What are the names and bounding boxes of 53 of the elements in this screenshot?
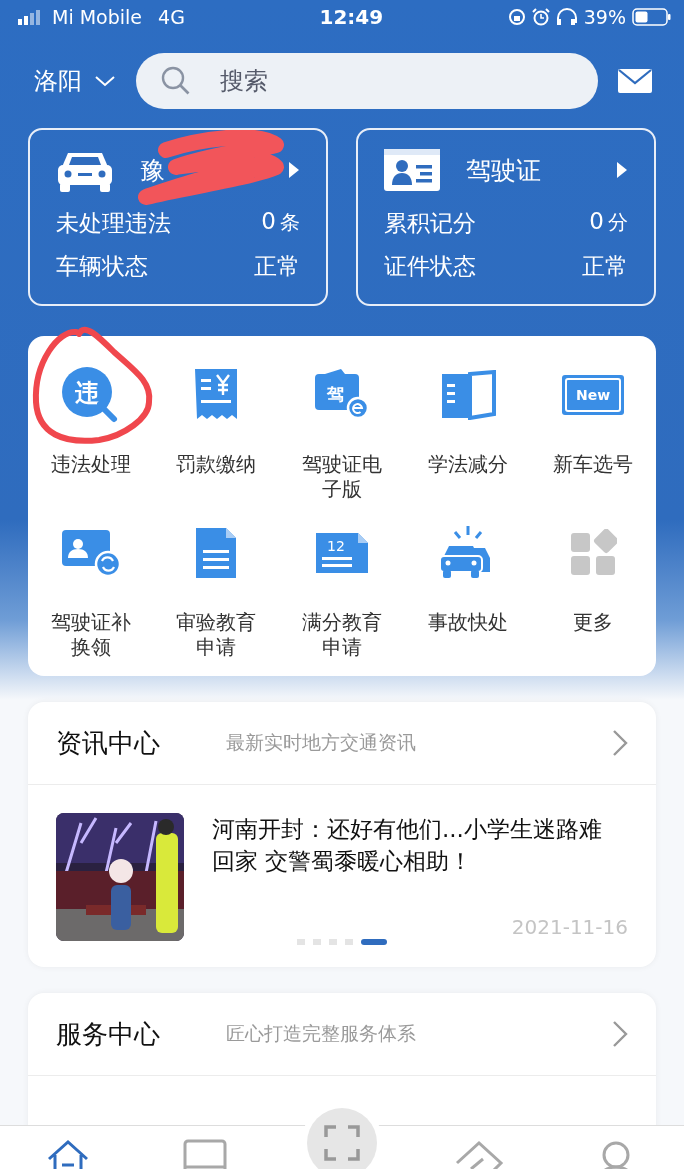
shortcut-item[interactable]: 12 满分教育申请 [299,518,385,677]
shortcut-item[interactable]: 更多 [550,518,637,677]
arrow-icon [616,161,628,180]
clock-time: 12:49 [319,4,384,29]
alarm-icon [531,7,550,26]
card-title: 豫 [140,154,166,187]
section-subtitle: 匠心打造完整服务体系 [226,1021,417,1047]
calendar-sheet-icon: 12 [314,531,370,576]
document-icon [194,526,239,581]
id-card-icon [384,149,440,192]
row-value: 正常 [254,252,300,282]
network-type: 4G [158,5,185,28]
caret-icon [94,74,116,89]
shortcut-item[interactable]: 罚款缴纳 [173,360,260,519]
shortcut-item[interactable]: 事故快处 [424,518,511,677]
row-value: 0 分 [589,208,628,237]
mail-icon[interactable] [618,69,652,94]
city-selector[interactable]: 洛阳 [34,65,116,98]
scan-icon [322,1123,362,1163]
summary-card[interactable]: 驾驶证 累积记分 0 分 证件状态 正常 [356,128,656,307]
row-value: 正常 [582,252,628,282]
grid-icon [569,529,618,578]
shortcut-item[interactable]: 驾驶证补换领 [47,518,134,677]
news-date: 2021-11-16 [511,915,628,940]
card-title: 驾驶证 [466,154,542,187]
battery-percent: 39% [583,5,626,28]
shortcut-item[interactable]: New 新车选号 [550,360,637,519]
headphones-icon [555,7,578,26]
arrow-icon [288,161,300,180]
search-field[interactable]: 搜索 [136,53,598,110]
row-label: 证件状态 [384,252,476,282]
section-title: 服务中心 [56,1017,161,1051]
chevron-right-icon[interactable] [612,1020,628,1049]
battery-icon [632,7,672,26]
shortcut-item[interactable]: 违 违法处理 [47,360,134,519]
news-headline[interactable]: 河南开封：还好有他们...小学生迷路难回家 交警蜀黍暖心相助！ [212,813,602,878]
carrier-name: Mi Mobile [52,5,143,28]
home-icon [46,1139,91,1169]
section-subtitle: 最新实时地方交通资讯 [226,730,417,756]
row-label: 累积记分 [384,209,476,239]
rotation-lock-icon [507,7,526,26]
row-label: 车辆状态 [56,252,148,282]
book-icon [183,1139,228,1169]
shortcut-item[interactable]: 学法减分 [424,360,511,519]
open-book-icon [439,370,496,421]
new-plate-icon: New [561,374,626,417]
shortcut-item[interactable]: 审验教育申请 [173,518,260,677]
row-value: 0 条 [261,208,300,237]
summary-card[interactable]: 豫 未处理违法 0 条 车辆状态 正常 [28,128,328,307]
row-label: 未处理违法 [56,209,171,239]
chevron-right-icon[interactable] [612,729,628,758]
shortcut-item[interactable]: 驾 驾驶证电子版 [299,360,385,519]
section-title: 资讯中心 [56,726,161,760]
